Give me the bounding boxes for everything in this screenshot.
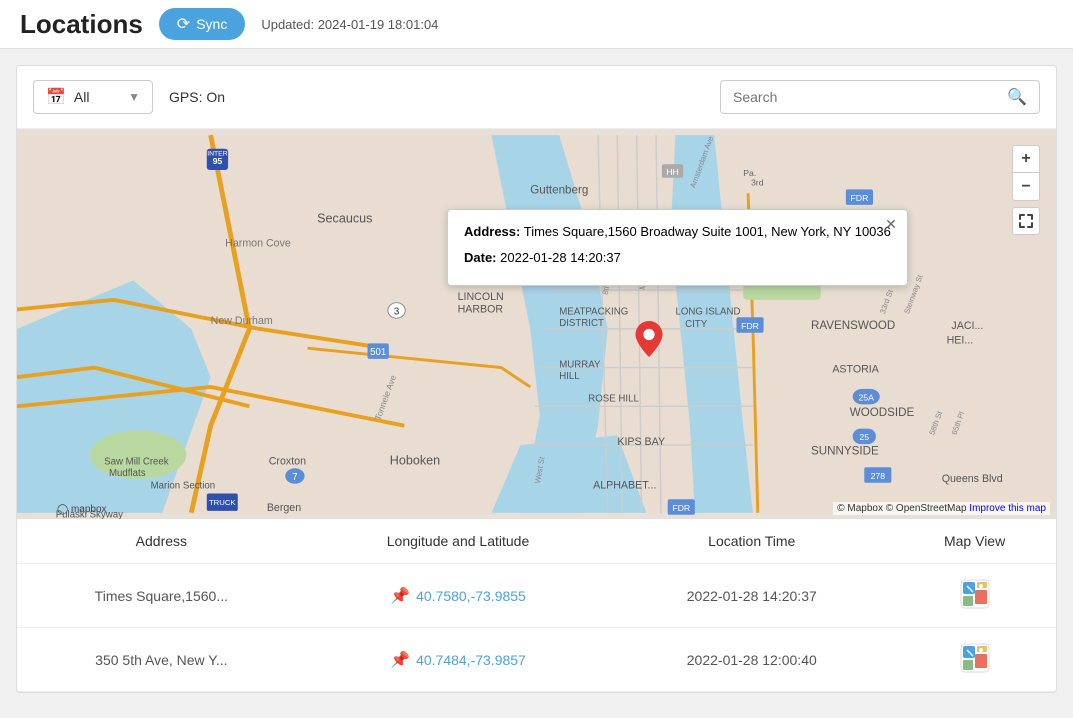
table-header-row: Address Longitude and Latitude Location …	[17, 519, 1056, 564]
toolbar: 📅 All ▼ GPS: On 🔍	[17, 66, 1056, 129]
sync-label: Sync	[196, 16, 227, 32]
svg-text:25A: 25A	[858, 392, 874, 402]
popup-address-value: Times Square,1560 Broadway Suite 1001, N…	[524, 224, 891, 239]
svg-text:Saw Mill Creek: Saw Mill Creek	[104, 456, 169, 467]
svg-text:CITY: CITY	[685, 319, 708, 330]
cell-address: 350 5th Ave, New Y...	[17, 628, 306, 692]
svg-text:DISTRICT: DISTRICT	[559, 318, 604, 329]
map-view-icon[interactable]	[959, 578, 991, 610]
page-title: Locations	[20, 9, 143, 40]
svg-text:RAVENSWOOD: RAVENSWOOD	[811, 319, 895, 332]
svg-text:JACI...: JACI...	[951, 320, 983, 332]
updated-text: Updated: 2024-01-19 18:01:04	[261, 17, 438, 32]
cell-latlng: 📌 40.7484,-73.9857	[306, 628, 611, 692]
svg-text:Secaucus: Secaucus	[317, 211, 372, 225]
svg-text:TRUCK: TRUCK	[209, 498, 236, 507]
svg-text:HARBOR: HARBOR	[458, 303, 504, 315]
svg-text:FDR: FDR	[850, 193, 868, 203]
latlng-value: 40.7580,-73.9855	[416, 588, 526, 604]
col-header-latlng: Longitude and Latitude	[306, 519, 611, 564]
chevron-down-icon: ▼	[128, 90, 140, 104]
svg-text:Harmon Cove: Harmon Cove	[225, 238, 291, 250]
svg-text:HEI...: HEI...	[947, 334, 974, 346]
svg-text:HH: HH	[666, 167, 679, 177]
table-row: Times Square,1560... 📌 40.7580,-73.9855 …	[17, 564, 1056, 628]
table-row: 350 5th Ave, New Y... 📌 40.7484,-73.9857…	[17, 628, 1056, 692]
popup-address-label: Address:	[464, 224, 520, 239]
improve-map-link[interactable]: Improve this map	[969, 503, 1046, 514]
search-input[interactable]	[733, 89, 999, 105]
map-attribution: © Mapbox © OpenStreetMap Improve this ma…	[833, 502, 1050, 515]
popup-date-row: Date: 2022-01-28 14:20:37	[464, 248, 891, 268]
svg-text:3: 3	[394, 306, 399, 317]
map-controls: + −	[1012, 145, 1040, 235]
popup-date-label: Date:	[464, 250, 497, 265]
location-pin-icon: 📌	[390, 650, 410, 670]
svg-text:Hoboken: Hoboken	[390, 453, 440, 467]
svg-text:Bergen: Bergen	[267, 502, 301, 514]
map-background: Secaucus West New York Guttenberg Manhat…	[17, 129, 1056, 519]
col-header-address: Address	[17, 519, 306, 564]
svg-text:278: 278	[871, 471, 886, 481]
svg-text:LONG ISLAND: LONG ISLAND	[675, 306, 740, 317]
expand-map-button[interactable]	[1012, 207, 1040, 235]
cell-address: Times Square,1560...	[17, 564, 306, 628]
filter-dropdown[interactable]: 📅 All ▼	[33, 80, 153, 114]
svg-text:FDR: FDR	[672, 503, 690, 513]
svg-text:ROSE HILL: ROSE HILL	[588, 393, 639, 404]
popup-close-button[interactable]: ✕	[885, 216, 897, 233]
sync-icon: ⟳	[177, 14, 190, 34]
svg-text:HILL: HILL	[559, 371, 580, 382]
locations-table: Address Longitude and Latitude Location …	[17, 519, 1056, 692]
svg-text:Guttenberg: Guttenberg	[530, 183, 588, 196]
cell-time: 2022-01-28 14:20:37	[610, 564, 893, 628]
gps-status: GPS: On	[169, 89, 225, 105]
search-icon: 🔍	[1007, 87, 1027, 107]
map-popup: ✕ Address: Times Square,1560 Broadway Su…	[447, 209, 908, 286]
search-wrapper: 🔍	[720, 80, 1040, 114]
mapbox-logo: ◯ mapbox	[57, 504, 107, 515]
svg-text:Croxton: Croxton	[269, 455, 306, 467]
location-pin-icon: 📌	[390, 586, 410, 606]
zoom-in-button[interactable]: +	[1012, 145, 1040, 173]
svg-text:New Durham: New Durham	[211, 315, 273, 327]
svg-text:ALPHABET...: ALPHABET...	[593, 480, 656, 492]
col-header-mapview: Map View	[893, 519, 1056, 564]
svg-text:Marion Section: Marion Section	[151, 481, 216, 492]
calendar-icon: 📅	[46, 87, 66, 107]
map-container: Secaucus West New York Guttenberg Manhat…	[17, 129, 1056, 519]
map-pin[interactable]	[635, 321, 663, 360]
attribution-text: © Mapbox © OpenStreetMap	[837, 503, 966, 514]
svg-text:3rd: 3rd	[751, 178, 764, 188]
svg-text:ASTORIA: ASTORIA	[832, 363, 879, 375]
latlng-value: 40.7484,-73.9857	[416, 652, 526, 668]
svg-text:MEATPACKING: MEATPACKING	[559, 306, 628, 317]
svg-text:Mudflats: Mudflats	[109, 468, 146, 479]
zoom-out-button[interactable]: −	[1012, 173, 1040, 201]
svg-text:95: 95	[213, 156, 223, 166]
cell-mapview[interactable]	[893, 564, 1056, 628]
svg-text:7: 7	[292, 472, 297, 483]
svg-text:SUNNYSIDE: SUNNYSIDE	[811, 445, 879, 458]
cell-mapview[interactable]	[893, 628, 1056, 692]
svg-text:MURRAY: MURRAY	[559, 360, 601, 371]
svg-text:KIPS BAY: KIPS BAY	[617, 436, 665, 448]
sync-button[interactable]: ⟳ Sync	[159, 8, 246, 40]
svg-text:WOODSIDE: WOODSIDE	[850, 406, 915, 419]
cell-latlng: 📌 40.7580,-73.9855	[306, 564, 611, 628]
main-container: 📅 All ▼ GPS: On 🔍	[16, 65, 1057, 693]
svg-text:501: 501	[370, 347, 386, 358]
svg-text:Queens Blvd: Queens Blvd	[942, 473, 1003, 485]
svg-text:LINCOLN: LINCOLN	[458, 291, 504, 303]
filter-label: All	[74, 89, 90, 105]
svg-text:FDR: FDR	[741, 321, 759, 331]
svg-text:25: 25	[859, 432, 869, 442]
col-header-time: Location Time	[610, 519, 893, 564]
svg-text:Pa.: Pa.	[743, 168, 756, 178]
popup-date-value: 2022-01-28 14:20:37	[500, 250, 621, 265]
popup-address-row: Address: Times Square,1560 Broadway Suit…	[464, 222, 891, 242]
page-header: Locations ⟳ Sync Updated: 2024-01-19 18:…	[0, 0, 1073, 49]
map-view-icon[interactable]	[959, 642, 991, 674]
cell-time: 2022-01-28 12:00:40	[610, 628, 893, 692]
